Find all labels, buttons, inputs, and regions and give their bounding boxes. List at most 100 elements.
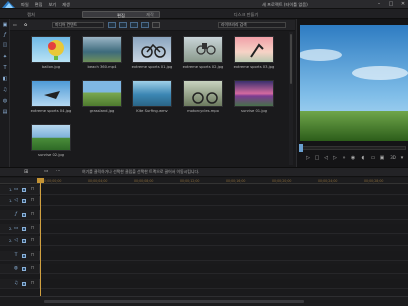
tab-disc[interactable]: 디스크 만들기: [218, 11, 274, 18]
display-icon[interactable]: ▭: [370, 155, 376, 161]
tab-produce[interactable]: 제작: [135, 11, 165, 18]
view-image-button[interactable]: [130, 22, 138, 28]
storyboard-view-icon[interactable]: ⋯: [56, 169, 61, 174]
media-filter-select[interactable]: 미디어 컨텐트: [52, 22, 104, 28]
volume-icon[interactable]: ◖: [360, 155, 366, 161]
thumbnail-grassland[interactable]: [82, 80, 122, 107]
play-icon[interactable]: ▷: [305, 155, 311, 161]
thumbnail-extreme-sports-01[interactable]: [132, 36, 172, 63]
close-icon[interactable]: ✕: [400, 1, 406, 7]
track-header: 2. ◁ ⊓: [0, 236, 40, 245]
3d-toggle[interactable]: 3D: [389, 155, 397, 161]
audio-room-icon[interactable]: ♫: [2, 87, 8, 93]
track-lane[interactable]: [40, 185, 408, 194]
microphone-icon: ◍: [13, 266, 18, 271]
particle-room-icon[interactable]: ✦: [2, 54, 8, 60]
thumbnail-extreme-sports-02[interactable]: [183, 36, 223, 63]
plugin-icon[interactable]: ✿: [24, 22, 27, 28]
sort-button[interactable]: [152, 22, 160, 28]
lock-icon[interactable]: ⊓: [30, 253, 35, 259]
track-enable-checkbox[interactable]: [22, 239, 26, 243]
tab-capture[interactable]: 캡처: [16, 11, 46, 18]
media-room-icon[interactable]: ▣: [2, 22, 8, 28]
thumbnail-kite-surfing[interactable]: [132, 80, 172, 107]
scrubber-handle[interactable]: [299, 144, 303, 152]
menu-edit[interactable]: 편집: [35, 1, 43, 8]
menu-bar: 파일 편집 보기 재생: [21, 1, 70, 8]
thumbnail-extreme-sports-03[interactable]: [234, 36, 274, 63]
track-enable-checkbox[interactable]: [22, 199, 26, 203]
track-lane[interactable]: [40, 210, 408, 219]
track-lane[interactable]: [40, 236, 408, 245]
track-enable-checkbox[interactable]: [22, 254, 26, 258]
lock-icon[interactable]: ⊓: [30, 187, 35, 193]
view-audio-button[interactable]: [141, 22, 149, 28]
track-audio-2: 2. ◁ ⊓: [0, 236, 408, 246]
lock-icon[interactable]: ⊓: [30, 198, 35, 204]
menu-file[interactable]: 파일: [21, 1, 29, 8]
track-enable-checkbox[interactable]: [22, 213, 26, 217]
prev-frame-icon[interactable]: ◁: [323, 155, 329, 161]
track-enable-checkbox[interactable]: [22, 282, 26, 286]
next-frame-icon[interactable]: ▷: [332, 155, 338, 161]
track-enable-checkbox[interactable]: [22, 227, 26, 231]
library-scrollbar[interactable]: [289, 32, 293, 165]
track-header: ƒ ⊓: [0, 210, 40, 219]
library-search-input[interactable]: 라이브러리 검색: [218, 22, 286, 28]
chapter-room-icon[interactable]: ▤: [2, 109, 8, 115]
ruler-label: 00;00;00;00: [42, 179, 62, 183]
ruler-label: 00;00;16;00: [226, 179, 246, 183]
track-video-2: 2. ▭ ⊓: [0, 224, 408, 234]
playhead-handle[interactable]: [37, 178, 44, 183]
track-lane[interactable]: [40, 224, 408, 233]
menu-playback[interactable]: 재생: [62, 1, 70, 8]
timeline-view-icon[interactable]: ▭: [44, 169, 48, 174]
preview-scrubber[interactable]: [300, 146, 406, 150]
pip-room-icon[interactable]: ◫: [2, 42, 8, 48]
audio-track-icon: ◁: [14, 198, 18, 203]
track-manager-icon[interactable]: ⊞: [24, 169, 28, 175]
thumbnail-sunrise-01[interactable]: [234, 80, 274, 107]
menu-view[interactable]: 보기: [48, 1, 56, 8]
lock-icon[interactable]: ⊓: [30, 226, 35, 232]
thumbnail-motorcycles[interactable]: [183, 80, 223, 107]
view-video-button[interactable]: [119, 22, 127, 28]
fx-track-icon: ƒ: [15, 212, 17, 217]
view-grid-button[interactable]: [108, 22, 116, 28]
thumbnail-sunrise-02[interactable]: [31, 124, 71, 151]
ruler-label: 00;00;20;00: [272, 179, 292, 183]
snapshot-icon[interactable]: ◉: [350, 155, 356, 161]
lock-icon[interactable]: ⊓: [30, 266, 35, 272]
thumbnail-extreme-sports-04[interactable]: [31, 80, 71, 107]
thumbnail-label: sunrise 02.jpg: [37, 153, 65, 157]
stop-icon[interactable]: □: [314, 155, 320, 161]
chevron-down-icon[interactable]: ▾: [399, 155, 405, 161]
fx-room-icon[interactable]: ƒ: [2, 32, 8, 38]
track-lane[interactable]: [40, 251, 408, 260]
playhead-line[interactable]: [40, 178, 41, 306]
thumbnail-beach-360[interactable]: [82, 36, 122, 63]
monitor-icon[interactable]: ▣: [379, 155, 385, 161]
timeline-ruler[interactable]: 00;00;00;00 00;00;04;00 00;00;08;00 00;0…: [40, 178, 408, 184]
track-lane[interactable]: [40, 279, 408, 288]
lock-icon[interactable]: ⊓: [30, 281, 35, 287]
track-enable-checkbox[interactable]: [22, 188, 26, 192]
voice-room-icon[interactable]: ◍: [2, 98, 8, 104]
import-icon[interactable]: ▭: [13, 22, 17, 28]
maximize-icon[interactable]: □: [388, 1, 394, 7]
fast-forward-icon[interactable]: »: [341, 155, 347, 161]
ruler-label: 00;00;24;00: [318, 179, 338, 183]
thumbnail-ballon[interactable]: [31, 36, 71, 63]
thumbnail-label: extreme sports 01.jpg: [131, 65, 173, 69]
thumbnail-image: [141, 43, 166, 58]
track-lane[interactable]: [40, 196, 408, 205]
transition-room-icon[interactable]: ◧: [2, 76, 8, 82]
lock-icon[interactable]: ⊓: [30, 212, 35, 218]
title-room-icon[interactable]: T: [2, 65, 8, 71]
lock-icon[interactable]: ⊓: [30, 238, 35, 244]
timeline-scrollbar[interactable]: [0, 296, 408, 306]
room-sidebar: ▣ ƒ ◫ ✦ T ◧ ♫ ◍ ▤: [0, 19, 10, 167]
track-enable-checkbox[interactable]: [22, 267, 26, 271]
track-lane[interactable]: [40, 264, 408, 273]
minimize-icon[interactable]: –: [376, 1, 382, 7]
